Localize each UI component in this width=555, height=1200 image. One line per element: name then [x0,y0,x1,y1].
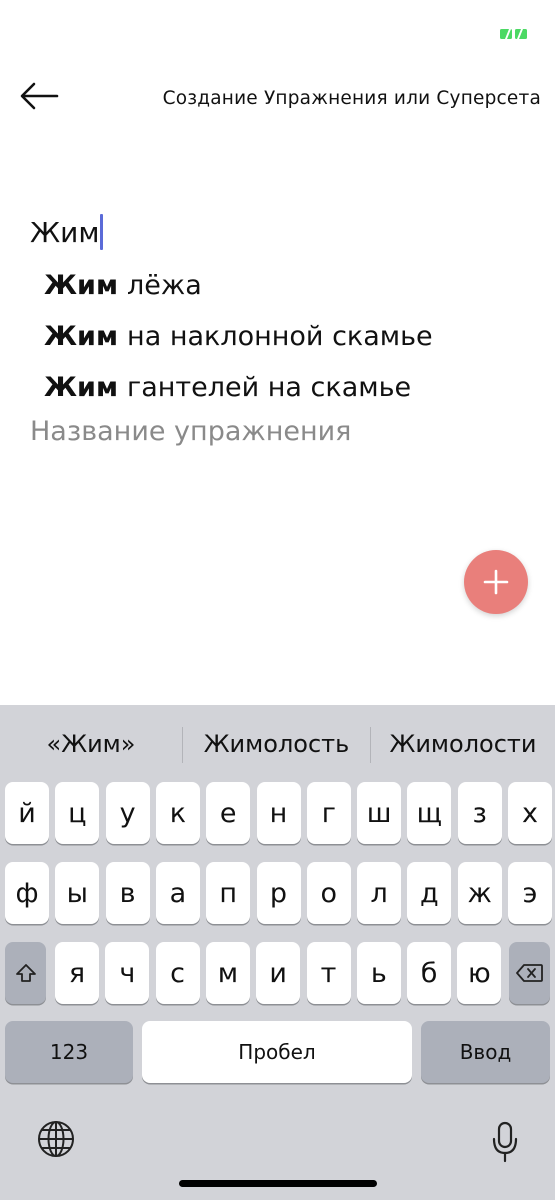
key-letter[interactable]: ч [105,942,150,1004]
key-letter[interactable]: ф [5,862,49,924]
backspace-key[interactable] [509,942,550,1004]
key-letter[interactable]: я [55,942,99,1004]
key-letter[interactable]: и [256,942,301,1004]
key-letter[interactable]: э [508,862,552,924]
key-letter[interactable]: ж [457,862,502,924]
prediction-item[interactable]: Жимолости [371,705,555,783]
suggestion-item[interactable]: Жим лёжа [44,260,544,311]
key-letter[interactable]: г [306,782,351,844]
key-letter[interactable]: к [155,782,200,844]
top-bar: Создание Упражнения или Суперсета [0,70,555,130]
key-letter[interactable]: л [357,862,402,924]
key-letter[interactable]: е [206,782,251,844]
enter-key[interactable]: Ввод [421,1021,550,1083]
key-letter[interactable]: з [457,782,502,844]
key-letter[interactable]: ю [457,942,502,1004]
arrow-left-icon [20,82,59,110]
text-cursor [100,214,104,250]
key-letter[interactable]: т [306,942,351,1004]
prediction-item[interactable]: Жимолость [183,705,370,783]
page-title: Создание Упражнения или Суперсета [162,88,541,109]
add-button[interactable] [464,550,528,614]
numbers-key[interactable]: 123 [5,1021,133,1083]
key-letter[interactable]: п [206,862,251,924]
status-bar [0,0,555,60]
key-letter[interactable]: ы [55,862,100,924]
exercise-name-placeholder[interactable]: Название упражнения [30,416,351,447]
suggestion-item[interactable]: Жим на наклонной скамье [44,311,544,362]
key-letter[interactable]: д [407,862,452,924]
key-letter[interactable]: ц [55,782,100,844]
predictive-bar: «Жим» Жимолость Жимолости [0,705,555,783]
shift-key[interactable] [5,942,46,1004]
key-letter[interactable]: а [155,862,200,924]
key-letter[interactable]: б [407,942,452,1004]
key-letter[interactable]: в [105,862,150,924]
key-letter[interactable]: м [205,942,250,1004]
plus-icon [483,569,509,595]
key-letter[interactable]: х [508,782,552,844]
key-letter[interactable]: ь [356,942,401,1004]
back-button[interactable] [14,76,64,116]
suggestion-list: Жим лёжа Жим на наклонной скамье Жим гантел… [44,260,544,413]
keyboard: «Жим» Жимолость Жимолости йцукенгшщзх фыв… [0,705,555,1200]
key-letter[interactable]: с [155,942,200,1004]
key-letter[interactable]: о [306,862,351,924]
key-letter[interactable]: р [256,862,301,924]
key-letter[interactable]: н [256,782,301,844]
key-letter[interactable]: ш [357,782,402,844]
shift-icon [15,964,36,982]
prediction-item[interactable]: «Жим» [0,705,182,783]
home-indicator [179,1180,377,1187]
microphone-icon[interactable] [490,1121,520,1163]
exercise-name-input[interactable]: Жим [30,208,530,256]
key-letter[interactable]: й [5,782,49,844]
battery-charging-icon [500,29,527,39]
space-key[interactable]: Пробел [142,1021,412,1083]
suggestion-item[interactable]: Жим гантелей на скамье [44,362,544,413]
globe-icon[interactable] [36,1119,76,1159]
key-letter[interactable]: у [105,782,150,844]
key-letter[interactable]: щ [407,782,452,844]
backspace-icon [515,964,543,982]
exercise-name-value: Жим [30,208,104,256]
